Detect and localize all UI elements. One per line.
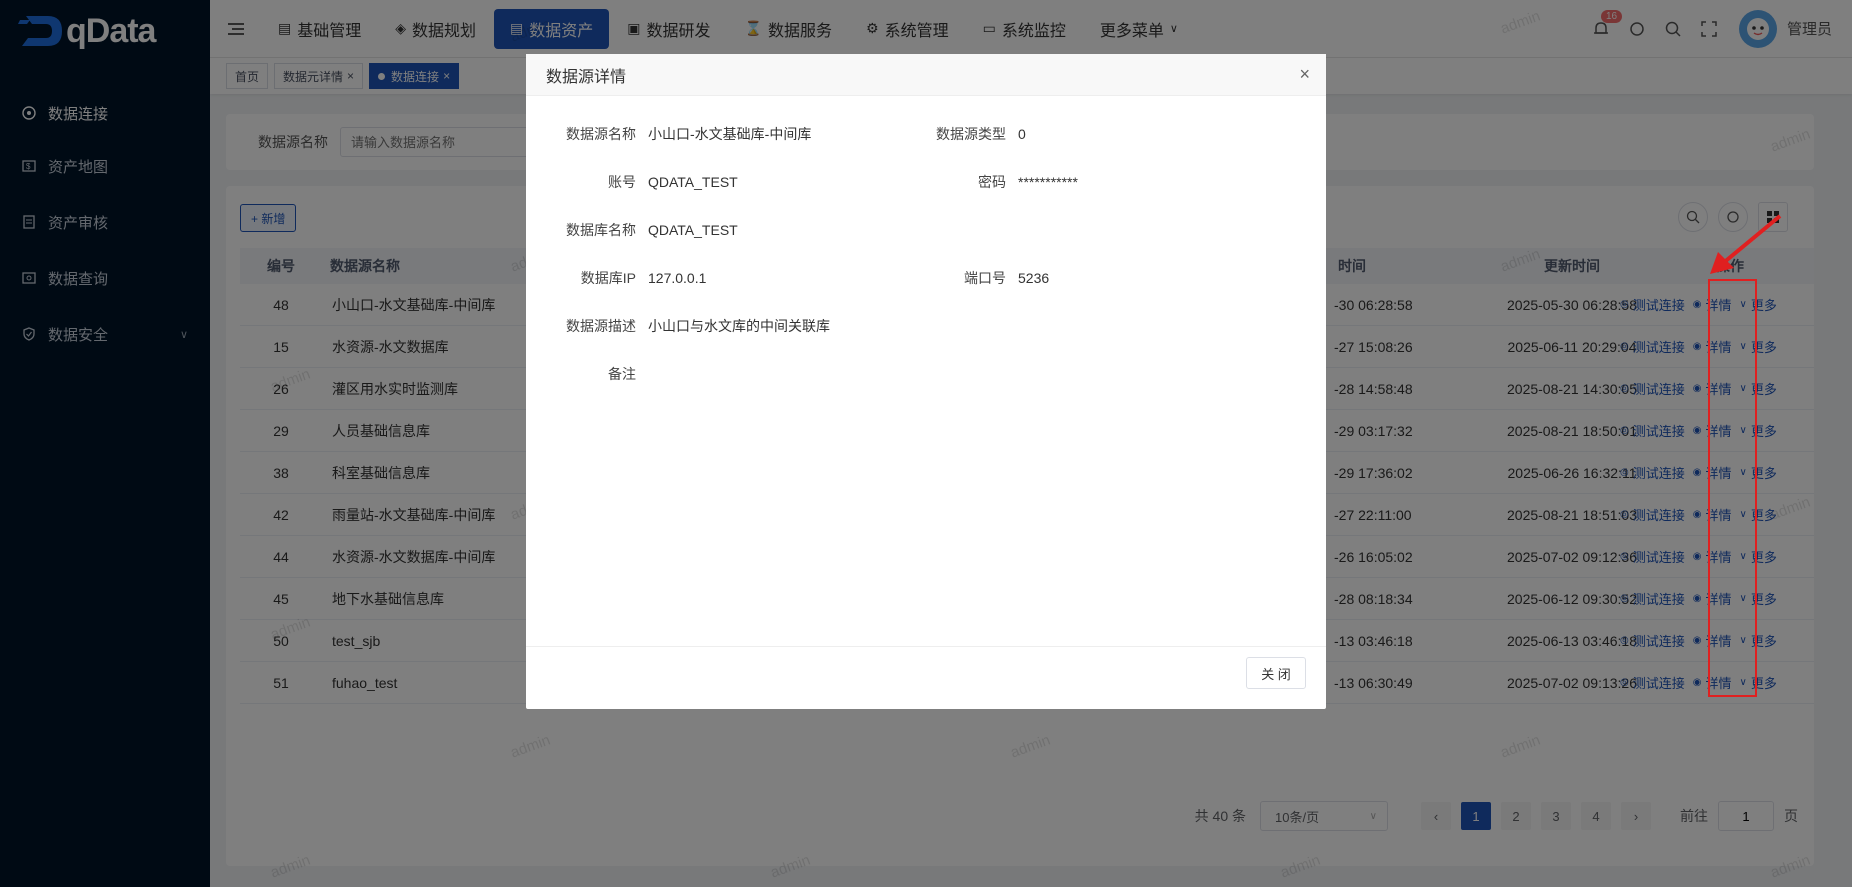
dialog-footer: 关 闭 — [526, 646, 1326, 709]
dialog-title: 数据源详情 — [526, 54, 1326, 96]
field-label: 数据源名称 — [566, 126, 636, 142]
field-label: 账号 — [608, 174, 636, 190]
field-description: 数据源描述 小山口与水文库的中间关联库 — [526, 316, 830, 336]
field-remark: 备注 — [526, 364, 648, 384]
field-value: 127.0.0.1 — [648, 270, 707, 286]
field-name: 数据源名称 小山口-水文基础库-中间库 — [526, 124, 811, 144]
field-label: 数据库名称 — [566, 222, 636, 238]
field-value: 0 — [1018, 126, 1026, 142]
field-account: 账号 QDATA_TEST — [526, 172, 738, 192]
field-port: 端口号 5236 — [896, 268, 1049, 288]
field-label: 数据库IP — [580, 270, 636, 286]
field-label: 数据源描述 — [566, 318, 636, 334]
field-label: 数据源类型 — [936, 126, 1006, 142]
field-value: QDATA_TEST — [648, 174, 738, 190]
field-label: 端口号 — [964, 270, 1006, 286]
field-label: 密码 — [978, 174, 1006, 190]
close-icon[interactable]: × — [1299, 64, 1310, 85]
field-value: *********** — [1018, 174, 1078, 190]
field-value: 5236 — [1018, 270, 1050, 286]
datasource-detail-dialog: 数据源详情 × 数据源名称 小山口-水文基础库-中间库 数据源类型 0 账号 QDAT… — [526, 54, 1326, 709]
field-password: 密码 *********** — [896, 172, 1078, 192]
field-ip: 数据库IP 127.0.0.1 — [526, 268, 707, 288]
field-value: 小山口与水文库的中间关联库 — [648, 318, 830, 334]
field-value: 小山口-水文基础库-中间库 — [648, 126, 812, 142]
field-type: 数据源类型 0 — [896, 124, 1026, 144]
close-button[interactable]: 关 闭 — [1246, 657, 1306, 689]
field-database: 数据库名称 QDATA_TEST — [526, 220, 738, 240]
field-value: QDATA_TEST — [648, 222, 738, 238]
field-label: 备注 — [608, 366, 636, 382]
